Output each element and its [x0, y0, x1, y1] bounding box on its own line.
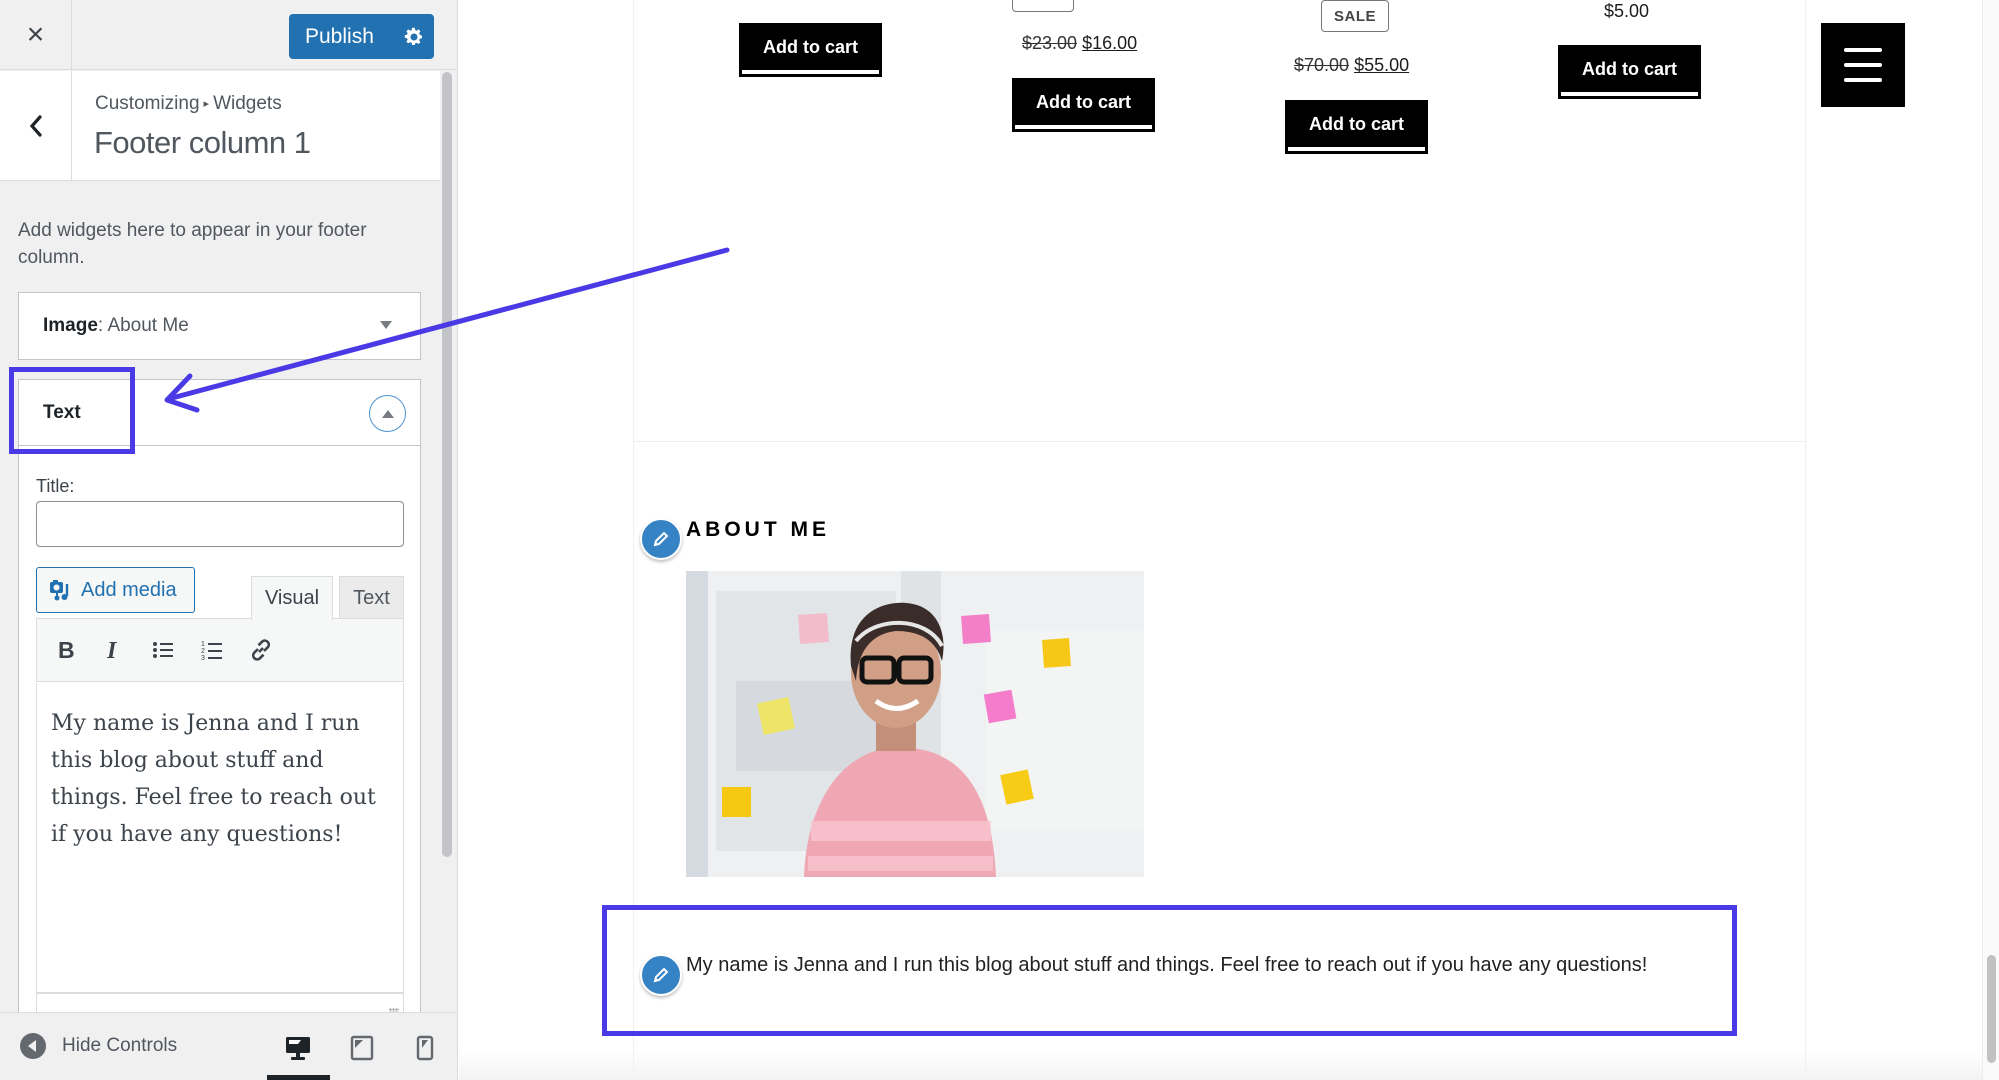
italic-button[interactable]: I: [97, 633, 131, 667]
sale-badge: SALE: [1321, 0, 1389, 32]
numbered-list-button[interactable]: 123: [195, 633, 229, 667]
active-device-indicator: [267, 1075, 330, 1080]
bold-icon: B: [58, 639, 75, 661]
edit-shortcut-text-widget[interactable]: [640, 954, 682, 996]
widget-title-separator: :: [97, 315, 108, 336]
section-divider: [634, 441, 1805, 442]
preview-scrollbar-thumb[interactable]: [1987, 955, 1996, 1063]
product-price: $5.00: [1604, 1, 1650, 21]
preview-desktop-button[interactable]: [278, 1031, 318, 1065]
price-new[interactable]: $55.00: [1354, 55, 1409, 75]
widget-title: Image: About Me: [43, 315, 189, 337]
collapse-arrow-icon: [381, 409, 394, 418]
publish-label: Publish: [305, 24, 374, 48]
expand-arrow-icon[interactable]: [380, 321, 392, 329]
tab-text[interactable]: Text: [339, 576, 404, 619]
customizer-header: × Publish: [0, 0, 457, 70]
sale-badge: [1012, 0, 1074, 12]
editor-content[interactable]: My name is Jenna and I run this blog abo…: [36, 683, 404, 993]
hide-controls-label: Hide Controls: [62, 1035, 178, 1056]
price-new[interactable]: $16.00: [1082, 33, 1137, 53]
add-to-cart-button[interactable]: Add to cart: [1285, 100, 1428, 154]
svg-text:I: I: [106, 639, 118, 661]
widget-image-about-me[interactable]: Image: About Me: [18, 292, 421, 360]
pencil-icon: [653, 531, 669, 547]
widget-text-header[interactable]: Text: [19, 380, 420, 446]
customizer-sidebar: × Publish Customizing ▸ Widgets Footer col…: [0, 0, 458, 1080]
about-me-text: My name is Jenna and I run this blog abo…: [686, 954, 1648, 976]
content-border-left: [633, 0, 634, 1080]
svg-text:1: 1: [201, 641, 205, 648]
widget-instance-title: About Me: [107, 315, 189, 336]
back-button[interactable]: [0, 71, 72, 181]
bullet-list-icon: [153, 642, 173, 658]
hide-controls-button[interactable]: Hide Controls: [20, 1033, 177, 1059]
collapse-sidebar-icon: [20, 1033, 46, 1059]
italic-icon: I: [106, 639, 118, 661]
hamburger-line: [1844, 48, 1882, 52]
widget-title: Text: [43, 402, 81, 423]
chevron-left-icon: [29, 115, 42, 137]
editor-toolbar: B I 123: [36, 618, 404, 682]
about-me-image[interactable]: [686, 571, 1144, 877]
tab-visual[interactable]: Visual: [251, 576, 333, 620]
hamburger-menu-button[interactable]: [1821, 23, 1905, 107]
price-old: $23.00: [1022, 33, 1078, 53]
add-to-cart-button[interactable]: Add to cart: [739, 23, 882, 77]
price-old: $70.00: [1294, 55, 1350, 75]
collapse-toggle-button[interactable]: [369, 395, 406, 432]
widget-text: Text Title: Add media Visual Text B I 12…: [18, 379, 421, 1079]
breadcrumb-root: Customizing: [95, 93, 200, 114]
breadcrumb-separator: ▸: [203, 98, 210, 110]
publish-button[interactable]: Publish: [289, 14, 434, 59]
link-icon: [251, 639, 271, 661]
gear-icon[interactable]: [394, 27, 434, 47]
widget-type-label: Image: [43, 315, 98, 336]
breadcrumb: Customizing ▸ Widgets: [95, 93, 282, 115]
section-title-bar: Customizing ▸ Widgets Footer column 1: [0, 71, 440, 181]
add-media-icon: [49, 578, 73, 602]
desktop-icon: [286, 1037, 310, 1060]
add-to-cart-button[interactable]: Add to cart: [1012, 78, 1155, 132]
pencil-icon: [653, 967, 669, 983]
add-media-label: Add media: [81, 578, 177, 601]
bullet-list-button[interactable]: [146, 633, 180, 667]
bold-button[interactable]: B: [49, 633, 83, 667]
section-description: Add widgets here to appear in your foote…: [18, 220, 367, 268]
section-heading: Footer column 1: [94, 125, 311, 160]
breadcrumb-section: Widgets: [213, 93, 282, 114]
content-border-right: [1805, 0, 1806, 1080]
portrait-photo: [686, 571, 1144, 877]
numbered-list-icon: 123: [201, 641, 222, 661]
product-price: $23.00 $16.00: [1022, 33, 1137, 54]
customizer-footer: Hide Controls: [0, 1012, 457, 1080]
hamburger-line: [1844, 78, 1882, 82]
site-preview: Add to cart $23.00 $16.00 Add to cart SA…: [459, 0, 1999, 1080]
edit-shortcut-about-image[interactable]: [640, 518, 682, 560]
about-heading: ABOUT ME: [686, 518, 830, 541]
title-field-label: Title:: [36, 476, 75, 496]
preview-tablet-button[interactable]: [342, 1031, 382, 1065]
product-price: $70.00 $55.00: [1294, 55, 1409, 76]
mobile-icon: [416, 1035, 434, 1061]
link-button[interactable]: [244, 633, 278, 667]
close-customizer-button[interactable]: ×: [0, 0, 72, 70]
svg-text:B: B: [58, 639, 75, 661]
svg-text:2: 2: [201, 648, 205, 655]
close-icon: ×: [26, 18, 45, 51]
sidebar-scrollbar-thumb[interactable]: [442, 72, 452, 857]
preview-scrollbar[interactable]: [1982, 0, 1999, 1080]
title-input[interactable]: [36, 501, 404, 547]
add-media-button[interactable]: Add media: [36, 567, 195, 613]
widget-subtitle: : About Me: [98, 315, 189, 336]
add-to-cart-button[interactable]: Add to cart: [1558, 45, 1701, 99]
hamburger-line: [1844, 63, 1882, 67]
svg-text:3: 3: [201, 655, 205, 661]
sidebar-scrollbar[interactable]: [441, 72, 453, 862]
preview-mobile-button[interactable]: [405, 1031, 445, 1065]
tablet-icon: [350, 1035, 374, 1061]
